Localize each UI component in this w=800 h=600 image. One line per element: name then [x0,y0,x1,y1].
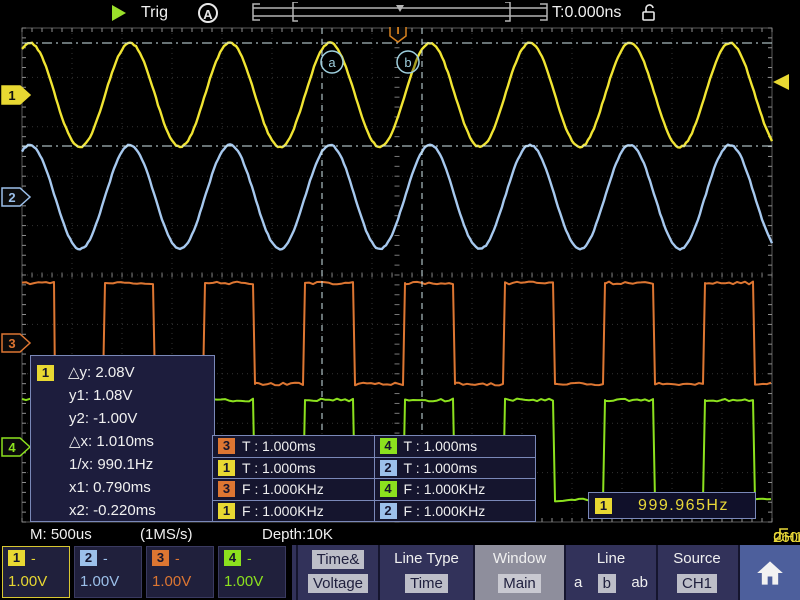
horizontal-offset-readout: T:0.000ns [552,4,621,22]
measurement-channel-badge: 1 [218,460,235,476]
channel-2-menu-box[interactable]: 2- 1.00V [74,546,142,598]
measurement-channel-badge: 4 [380,481,397,497]
measurement-cell: 2F : 1.000KHz [375,501,536,522]
source-button[interactable]: Source CH1 [656,545,736,600]
window-label: Window [493,550,546,567]
unlock-icon[interactable] [640,4,658,22]
home-icon [756,560,784,586]
channel-badge: 4 [224,550,241,566]
source-label: Source [673,550,721,567]
measurement-channel-badge: 3 [218,481,235,497]
channel-4-menu-box[interactable]: 4- 1.00V [218,546,286,598]
measurement-channel-badge: 1 [218,503,235,519]
memory-position-indicator[interactable] [250,2,550,22]
line-type-value: Time [405,574,448,593]
volts-per-div: 1.00V [8,573,69,590]
line-label: Line [597,550,625,567]
measurement-cell: 4F : 1.000KHz [375,479,536,500]
coupling-indicator: - [247,550,252,566]
cursor-type-button[interactable]: Time& Voltage [296,545,378,600]
oscilloscope-screen: abT1234 Trig A T:0.000ns 1△y [0,0,800,600]
measurement-cell: 2T : 1.000ms [375,458,536,479]
cursor-measure-row: y1: 1.08V [31,384,214,407]
source-value: CH1 [677,574,717,593]
svg-text:a: a [328,55,336,70]
cursor-measure-row: x2: -0.220ms [31,499,214,522]
channel-1-menu-box[interactable]: 1- 1.00V [2,546,70,598]
measurement-cell: 4T : 1.000ms [375,436,536,457]
measurement-channel-badge: 3 [218,438,235,454]
svg-text:2: 2 [8,190,15,205]
measurement-cell: 3T : 1.000ms [213,436,374,457]
coupling-indicator: - [31,550,36,566]
volts-per-div: 1.00V [80,573,141,590]
line-type-button[interactable]: Line Type Time [378,545,473,600]
cursor-measure-row: 1/x: 990.1Hz [31,453,214,476]
freq-counter-value: 999.965Hz [612,497,755,515]
window-button[interactable]: Window Main [473,545,564,600]
trigger-status-label: Trig [141,4,168,22]
sample-rate-readout: (1MS/s) [140,526,193,543]
freq-counter-channel-badge: 1 [595,498,612,514]
channel-badge: 2 [80,550,97,566]
measurement-channel-badge: 4 [380,438,397,454]
cursor-type-line1: Time& [312,550,365,569]
measurement-channel-badge: 2 [380,503,397,519]
frequency-counter: 1 999.965Hz [588,492,756,519]
home-button[interactable] [738,545,800,600]
run-play-icon[interactable] [112,5,126,21]
auto-trigger-icon: A [198,3,218,23]
memory-depth-readout: Depth:10K [262,526,333,543]
line-option-b[interactable]: b [598,574,616,593]
svg-text:1: 1 [8,88,15,103]
cursor-measure-panel: 1△y: 2.08Vy1: 1.08Vy2: -1.00V△x: 1.010ms… [30,355,215,522]
trigger-readout: CH1:DC- 260mV [773,526,790,542]
channel-badge: 3 [152,550,169,566]
cursor-measure-row: △x: 1.010ms [31,430,214,453]
line-option-a[interactable]: a [574,574,582,593]
svg-text:b: b [404,55,411,70]
top-status-bar: Trig A T:0.000ns [0,0,800,27]
measurements-panel: 3T : 1.000ms4T : 1.000ms1T : 1.000ms2T :… [212,435,536,522]
measurement-cell: 1T : 1.000ms [213,458,374,479]
line-type-label: Line Type [394,550,459,567]
channel-3-menu-box[interactable]: 3- 1.00V [146,546,214,598]
coupling-indicator: - [103,550,108,566]
trigger-level-value: 260mV [773,529,800,546]
cursor-measure-row: y2: -1.00V [31,407,214,430]
measurement-cell: 3F : 1.000KHz [213,479,374,500]
measurement-cell: 1F : 1.000KHz [213,501,374,522]
volts-per-div: 1.00V [152,573,213,590]
volts-per-div: 1.00V [224,573,285,590]
coupling-indicator: - [175,550,180,566]
cursor-measure-row: 1△y: 2.08V [31,361,214,384]
cursor-line-select-button[interactable]: Line a b ab [564,545,656,600]
window-value: Main [498,574,541,593]
svg-text:4: 4 [8,440,16,455]
svg-text:3: 3 [8,336,15,351]
status-bar: M: 500us (1MS/s) Depth:10K CH1:DC- 260mV [0,523,800,545]
cursor-type-line2: Voltage [308,574,368,593]
channel-badge: 1 [8,550,25,566]
timebase-readout: M: 500us [30,526,92,543]
cursor-panel-channel-badge: 1 [37,365,54,381]
cursor-measure-row: x1: 0.790ms [31,476,214,499]
measurement-channel-badge: 2 [380,460,397,476]
line-option-ab[interactable]: ab [631,574,648,593]
bottom-menu-bar: 1-1.00V2-1.00V3-1.00V4-1.00V Time& Volta… [0,545,800,600]
